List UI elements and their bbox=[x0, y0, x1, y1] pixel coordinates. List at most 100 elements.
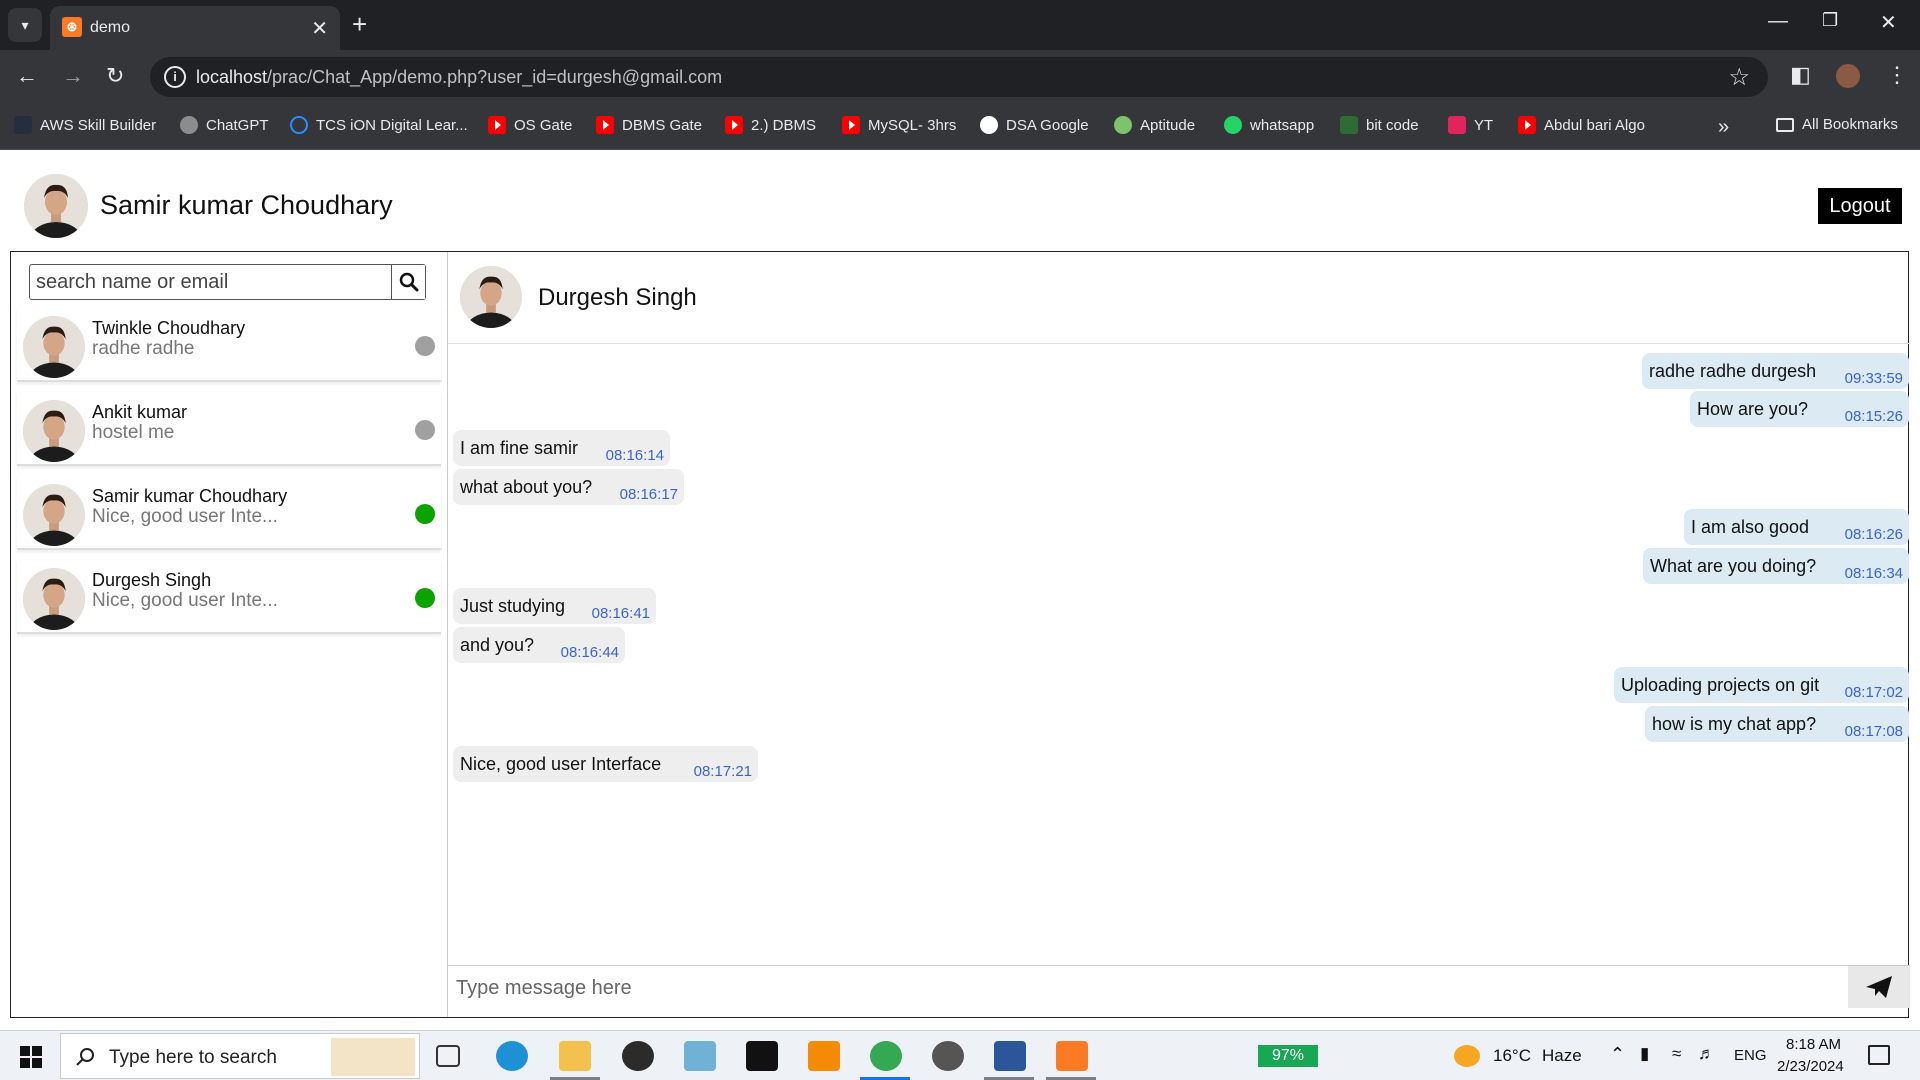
search-input[interactable] bbox=[30, 265, 390, 299]
side-panel-icon[interactable]: ◧ bbox=[1790, 62, 1811, 88]
battery-icon[interactable]: ▮ bbox=[1640, 1044, 1649, 1064]
contact-item[interactable]: Durgesh Singh Nice, good user Inte... bbox=[17, 560, 441, 634]
address-bar[interactable]: i localhost/prac/Chat_App/demo.php?user_… bbox=[150, 57, 1768, 97]
bookmark-item[interactable]: 2.) DBMS bbox=[725, 116, 816, 134]
language-indicator[interactable]: ENG bbox=[1734, 1047, 1767, 1064]
task-view-icon[interactable] bbox=[436, 1045, 460, 1067]
bookmark-item[interactable]: YT bbox=[1448, 116, 1493, 134]
contact-avatar bbox=[23, 400, 85, 462]
weather-temp[interactable]: 16°C bbox=[1493, 1046, 1531, 1066]
volume-icon[interactable]: ♬ bbox=[1698, 1044, 1715, 1064]
clock-date[interactable]: 2/23/2024 bbox=[1777, 1058, 1844, 1075]
tab-demo[interactable]: ⊛ demo ✕ bbox=[50, 6, 340, 50]
battery-indicator[interactable]: 97% bbox=[1258, 1045, 1318, 1067]
bookmark-item[interactable]: bit code bbox=[1340, 116, 1419, 134]
contact-last-message: radhe radhe bbox=[92, 338, 195, 359]
message-text: radhe radhe durgesh bbox=[1649, 361, 1817, 381]
xampp-icon[interactable] bbox=[1056, 1041, 1088, 1071]
weather-desc[interactable]: Haze bbox=[1542, 1046, 1582, 1066]
contact-item[interactable]: Samir kumar Choudhary Nice, good user In… bbox=[17, 476, 441, 550]
back-button[interactable]: ← bbox=[16, 63, 38, 89]
contact-name: Twinkle Choudhary bbox=[92, 318, 246, 338]
url-path: /prac/Chat_App/demo.php?user_id=durgesh@… bbox=[267, 67, 723, 87]
profile-avatar[interactable] bbox=[1836, 64, 1860, 88]
contact-avatar bbox=[23, 316, 85, 378]
site-info-icon[interactable]: i bbox=[164, 66, 186, 88]
search-button[interactable] bbox=[391, 265, 425, 299]
media-player-icon[interactable] bbox=[622, 1041, 654, 1071]
search-icon bbox=[399, 272, 419, 292]
all-bookmarks-button[interactable]: All Bookmarks bbox=[1776, 116, 1898, 133]
contact-avatar bbox=[23, 568, 85, 630]
logout-button[interactable]: Logout bbox=[1818, 188, 1902, 224]
youtube-icon bbox=[596, 116, 614, 134]
message-input[interactable] bbox=[448, 968, 1848, 1008]
bookmark-item[interactable]: Aptitude bbox=[1114, 116, 1195, 134]
youtube-icon bbox=[488, 116, 506, 134]
message-text: I am also good bbox=[1691, 517, 1810, 537]
message-text: What are you doing? bbox=[1650, 556, 1817, 576]
clock-app-icon[interactable] bbox=[932, 1041, 964, 1071]
bookmark-label: OS Gate bbox=[514, 116, 573, 134]
tab-title: demo bbox=[90, 19, 131, 36]
send-button[interactable] bbox=[1848, 966, 1910, 1008]
contact-item[interactable]: Twinkle Choudhary radhe radhe bbox=[17, 308, 441, 382]
forward-button[interactable]: → bbox=[62, 63, 84, 89]
tab-search-button[interactable]: ▾ bbox=[8, 8, 42, 42]
more-bookmarks-icon[interactable]: » bbox=[1718, 116, 1729, 139]
tab-close-icon[interactable]: ✕ bbox=[311, 16, 328, 41]
sublime-text-icon[interactable] bbox=[808, 1041, 840, 1071]
bookmark-item[interactable]: OS Gate bbox=[488, 116, 572, 134]
offline-status-dot bbox=[415, 336, 435, 356]
bookmark-item[interactable]: DSA Google bbox=[980, 116, 1089, 134]
yt-icon bbox=[1448, 116, 1466, 134]
contact-item[interactable]: Ankit kumar hostel me bbox=[17, 392, 441, 466]
bookmark-label: whatsapp bbox=[1250, 116, 1315, 134]
restore-button[interactable]: ❐ bbox=[1822, 10, 1838, 31]
menu-kebab-icon[interactable]: ⋮ bbox=[1886, 62, 1908, 88]
url-host: localhost bbox=[196, 67, 268, 87]
bookmark-item[interactable]: TCS iON Digital Lear... bbox=[290, 116, 468, 134]
browser-tabstrip: ▾ ⊛ demo ✕ + — ❐ ✕ bbox=[0, 0, 1920, 50]
bookmark-label: MySQL- 3hrs bbox=[868, 116, 957, 134]
all-bookmarks-label: All Bookmarks bbox=[1802, 116, 1898, 133]
bookmark-item[interactable]: DBMS Gate bbox=[596, 116, 702, 134]
clock-time[interactable]: 8:18 AM bbox=[1786, 1036, 1841, 1053]
close-window-button[interactable]: ✕ bbox=[1880, 10, 1897, 35]
edge-icon[interactable] bbox=[496, 1041, 528, 1071]
bookmark-star-icon[interactable]: ☆ bbox=[1728, 63, 1750, 92]
outgoing-message: radhe radhe durgesh 09:33:59 bbox=[1642, 353, 1909, 389]
wifi-icon[interactable]: ≈ bbox=[1672, 1044, 1681, 1064]
whatsapp-icon bbox=[1224, 116, 1242, 134]
outgoing-message: Uploading projects on git 08:17:02 bbox=[1614, 667, 1909, 703]
contact-avatar bbox=[23, 484, 85, 546]
reload-button[interactable]: ↻ bbox=[106, 63, 124, 89]
incoming-message: I am fine samir 08:16:14 bbox=[453, 430, 670, 466]
new-tab-button[interactable]: + bbox=[352, 10, 367, 38]
bookmark-item[interactable]: Abdul bari Algo bbox=[1518, 116, 1645, 134]
bookmark-item[interactable]: MySQL- 3hrs bbox=[842, 116, 956, 134]
file-explorer-icon[interactable] bbox=[559, 1041, 591, 1071]
word-icon[interactable] bbox=[994, 1041, 1026, 1071]
youtube-icon bbox=[725, 116, 743, 134]
notifications-icon[interactable] bbox=[1868, 1045, 1890, 1065]
url-text[interactable]: localhost/prac/Chat_App/demo.php?user_id… bbox=[196, 67, 722, 88]
minimize-button[interactable]: — bbox=[1768, 10, 1788, 33]
bookmark-item[interactable]: ChatGPT bbox=[180, 116, 269, 134]
bookmark-label: ChatGPT bbox=[206, 116, 269, 134]
bookmark-label: TCS iON Digital Lear... bbox=[316, 116, 468, 134]
search-highlight-icon bbox=[331, 1038, 415, 1076]
contacts-sidebar: Twinkle Choudhary radhe radhe Ankit kuma… bbox=[11, 252, 447, 1017]
bookmark-item[interactable]: whatsapp bbox=[1224, 116, 1314, 134]
windows-start-icon[interactable] bbox=[20, 1046, 42, 1068]
chevron-up-icon[interactable]: ⌃ bbox=[1610, 1044, 1625, 1065]
terminal-icon[interactable] bbox=[746, 1041, 778, 1071]
chatgpt-icon bbox=[180, 116, 198, 134]
current-user-avatar bbox=[24, 174, 88, 238]
bookmark-item[interactable]: AWS Skill Builder bbox=[14, 116, 156, 134]
chrome-icon[interactable] bbox=[870, 1041, 902, 1071]
app-icon[interactable] bbox=[684, 1041, 716, 1071]
aptitude-icon bbox=[1114, 116, 1132, 134]
incoming-message: Just studying 08:16:41 bbox=[453, 588, 656, 624]
taskbar-search-box[interactable]: Type here to search bbox=[60, 1033, 420, 1079]
